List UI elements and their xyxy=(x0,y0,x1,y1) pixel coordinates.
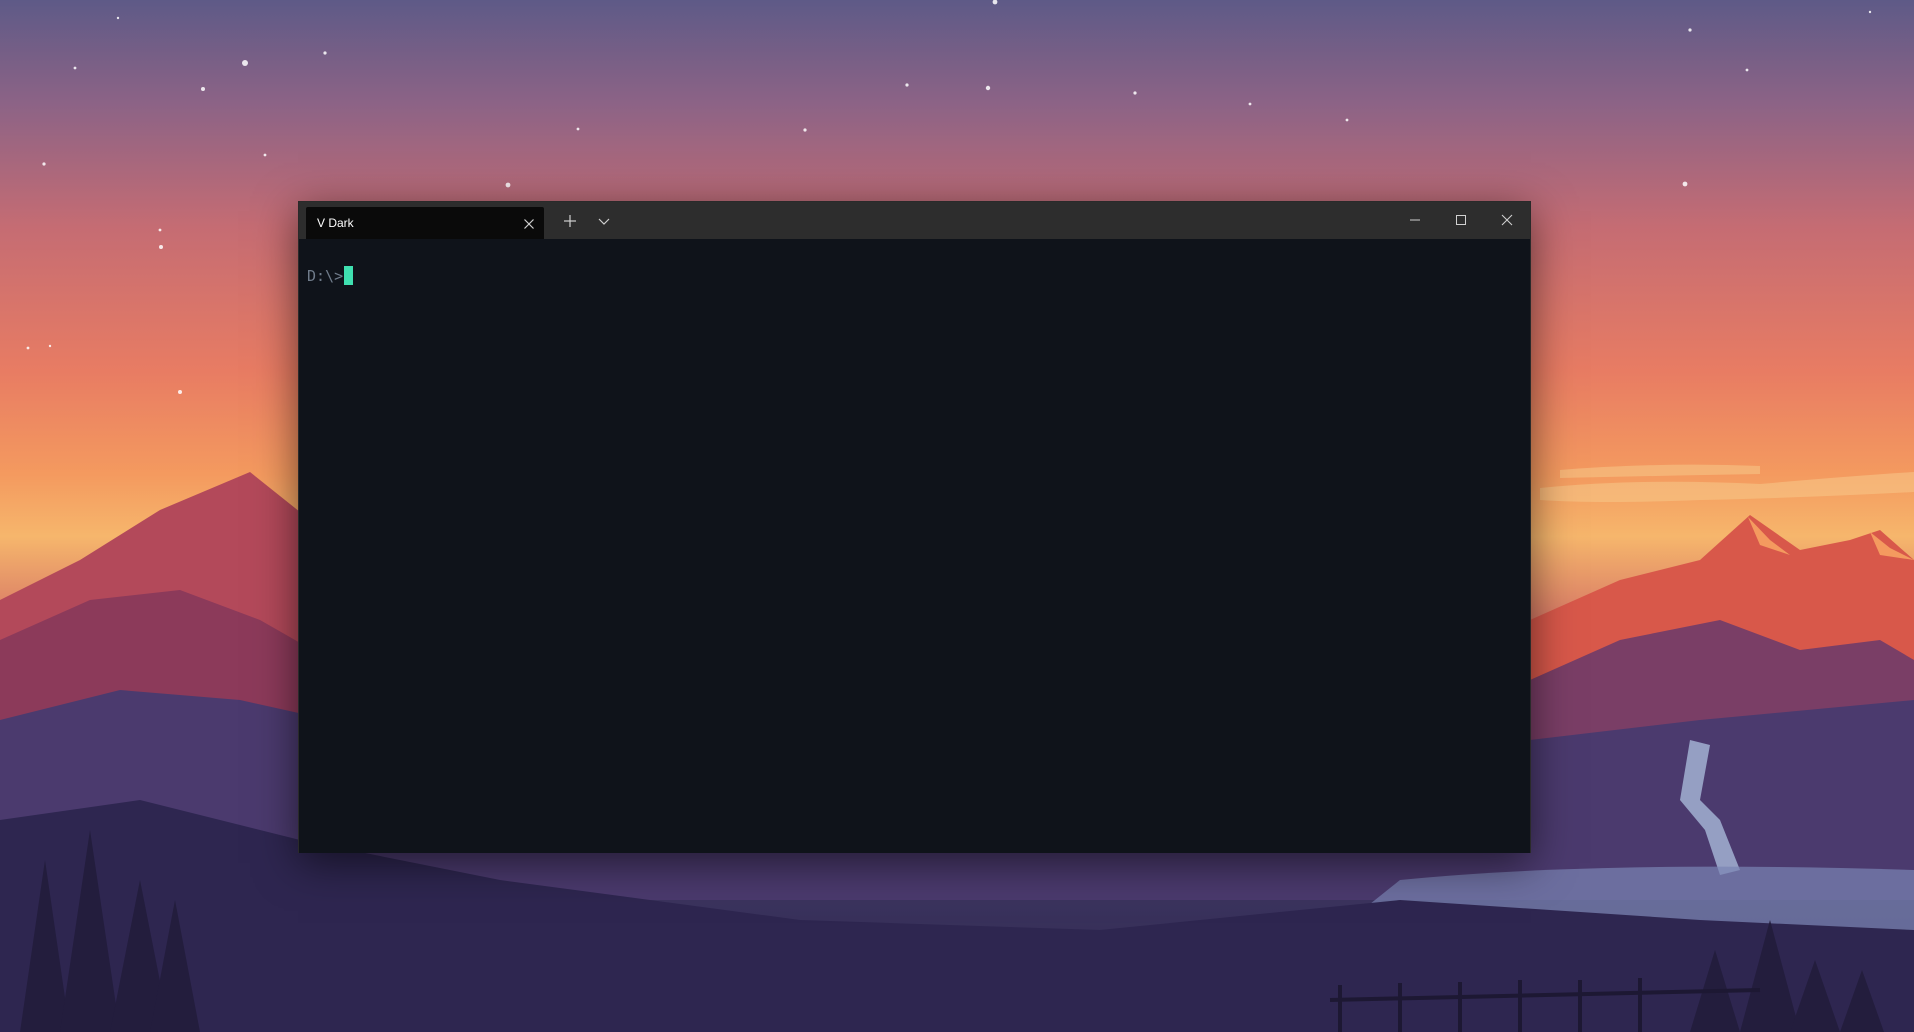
tab-title: V Dark xyxy=(317,216,354,230)
minimize-button[interactable] xyxy=(1392,202,1438,239)
terminal-output[interactable]: D:\> xyxy=(299,239,1530,853)
prompt-line: D:\> xyxy=(307,266,354,285)
close-window-button[interactable] xyxy=(1484,202,1530,239)
plus-icon[interactable] xyxy=(562,213,578,229)
terminal-window[interactable]: V Dark D:\> xyxy=(298,201,1531,853)
title-bar[interactable]: V Dark xyxy=(299,202,1530,239)
prompt-text: D:\> xyxy=(307,266,344,285)
minimize-icon xyxy=(1410,219,1420,221)
maximize-button[interactable] xyxy=(1438,202,1484,239)
chevron-down-icon[interactable] xyxy=(596,214,612,228)
clouds xyxy=(1540,464,1914,502)
maximize-icon xyxy=(1456,215,1466,225)
close-icon xyxy=(1501,214,1513,226)
text-cursor xyxy=(344,266,354,285)
tab-v-dark[interactable]: V Dark xyxy=(306,207,544,239)
close-icon[interactable] xyxy=(522,216,536,230)
desktop-wallpaper: V Dark D:\> xyxy=(0,0,1914,1032)
